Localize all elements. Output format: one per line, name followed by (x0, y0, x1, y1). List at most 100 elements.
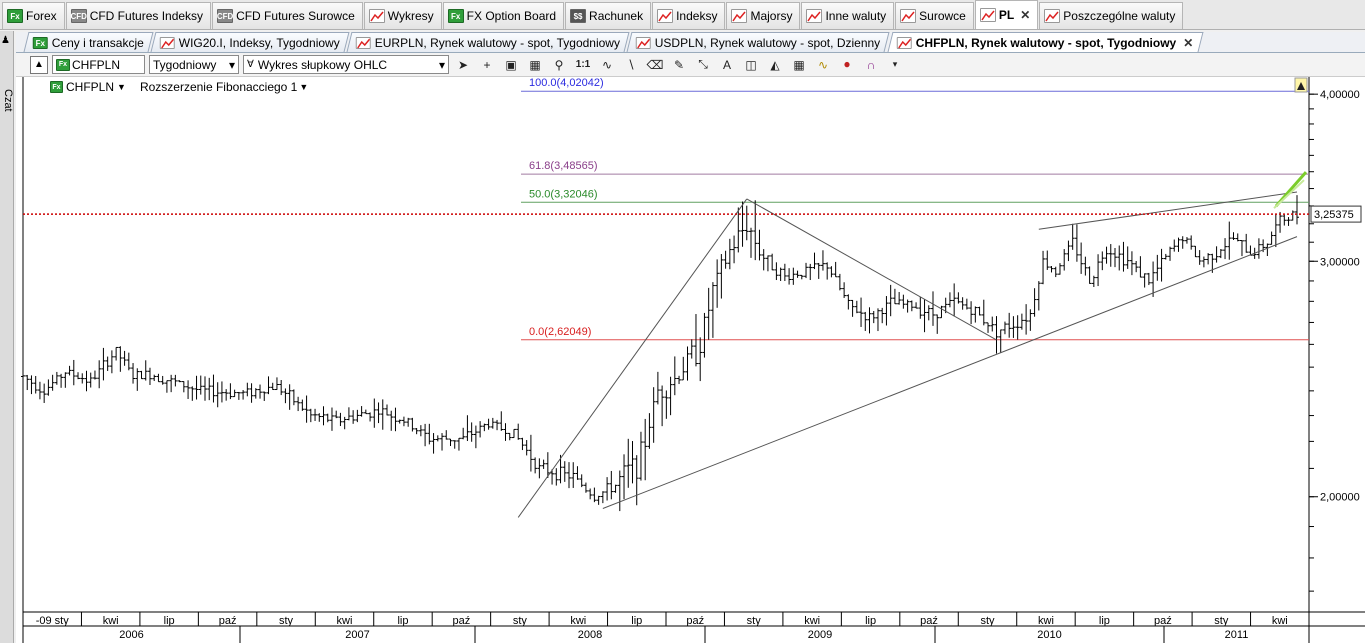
cursor-icon[interactable]: ➤ (453, 56, 473, 74)
chart-icon (657, 9, 674, 23)
text-tool-icon[interactable]: A (717, 56, 737, 74)
chart-tab-3[interactable]: USDPLN, Rynek walutowy - spot, Dzienny (626, 32, 891, 52)
chart-tab-label: WIG20.I, Indeksy, Tygodniowy (178, 35, 340, 50)
top-tab-8[interactable]: Inne waluty (801, 2, 895, 29)
chart-toolbar: ▲ Fx CHFPLN Tygodniowy ▾ ∀ Wykres słupko… (16, 53, 1365, 77)
close-icon[interactable]: ✕ (1183, 36, 1193, 50)
paint-icon[interactable]: ✎ (669, 56, 689, 74)
crosshair-icon[interactable]: + (477, 56, 497, 74)
symbol-field[interactable]: Fx CHFPLN (52, 55, 145, 74)
x-month-label: paź (920, 615, 938, 627)
x-month-label: paź (453, 615, 471, 627)
x-month-label: lip (397, 615, 408, 627)
template-icon[interactable]: ◫ (741, 56, 761, 74)
chart-icon (355, 36, 371, 49)
chart-type-value: Wykres słupkowy OHLC (257, 57, 388, 72)
x-month-label: lip (164, 615, 175, 627)
x-month-label: sty (279, 615, 294, 627)
study-selector[interactable]: Rozszerzenie Fibonacciego 1 ▼ (140, 80, 308, 94)
x-month-label: kwi (1038, 615, 1054, 627)
chart-icon (159, 36, 175, 49)
chart-tab-bar: Fx Ceny i transakcje WIG20.I, Indeksy, Tyg… (16, 32, 1365, 53)
fib-level-label: 61.8(3,48565) (529, 160, 598, 172)
wave-icon[interactable]: ∿ (597, 56, 617, 74)
left-sidebar-strip: ♟ Czat (0, 31, 14, 643)
chart-tab-1[interactable]: WIG20.I, Indeksy, Tygodniowy (150, 32, 350, 52)
more-tools-icon[interactable]: ▾ (885, 56, 905, 74)
top-tab-label: Indeksy (676, 9, 718, 23)
fx-icon: Fx (56, 58, 70, 71)
top-tab-label: PL (998, 8, 1015, 22)
x-year-label: 2008 (578, 629, 602, 641)
chat-label[interactable]: Czat (0, 89, 14, 112)
chevron-down-icon: ▾ (228, 57, 235, 72)
top-tab-label: Rachunek (589, 9, 644, 23)
top-tab-10[interactable]: PL ✕ (974, 0, 1039, 29)
sound-icon[interactable]: ⦁ (837, 56, 857, 74)
line-tool-icon[interactable]: ∖ (621, 56, 641, 74)
ohlc-chart[interactable]: 4,00000 3,00000 2,00000 100.0(4,02042) 61.8(… (16, 77, 1365, 643)
top-tab-2[interactable]: CFD CFD Futures Surowce (212, 2, 363, 29)
top-tab-1[interactable]: CFD CFD Futures Indeksy (65, 2, 212, 29)
top-tab-9[interactable]: Surowce (895, 2, 974, 29)
instrument-selector[interactable]: Fx CHFPLN ▼ (50, 80, 126, 94)
cfd-icon: CFD (217, 9, 233, 23)
chart-icon (731, 9, 748, 23)
chart-tab-4[interactable]: CHFPLN, Rynek walutowy - spot, Tygodniow… (887, 32, 1203, 52)
chart-icon (806, 9, 823, 23)
x-month-label: sty (1214, 615, 1229, 627)
arrows-icon[interactable]: ⤡ (693, 56, 713, 74)
chart-type-select[interactable]: ∀ Wykres słupkowy OHLC ▾ (243, 55, 449, 74)
instrument-label: CHFPLN (66, 80, 115, 94)
top-tab-label: Majorsy (750, 9, 793, 23)
x-month-label: kwi (804, 615, 820, 627)
collapse-arrow-icon[interactable]: ▲ (30, 55, 48, 74)
one-to-one-button[interactable]: 1:1 (573, 56, 593, 74)
grid-icon[interactable]: ▦ (525, 56, 545, 74)
x-month-label: kwi (1272, 615, 1288, 627)
chart-area[interactable]: 4,00000 3,00000 2,00000 100.0(4,02042) 61.8(… (16, 77, 1365, 643)
eraser-icon[interactable]: ⌫ (645, 56, 665, 74)
chart-icon (900, 9, 917, 23)
cfd-icon: CFD (70, 9, 87, 23)
top-tab-label: FX Option Board (466, 9, 557, 23)
top-tab-3[interactable]: Wykresy (363, 2, 442, 29)
x-month-label: paź (1154, 615, 1172, 627)
x-year-label: 2010 (1037, 629, 1061, 641)
x-month-label: kwi (103, 615, 119, 627)
indicator-icon[interactable]: ▦ (789, 56, 809, 74)
x-year-label: 2007 (345, 629, 369, 641)
x-year-label: 2006 (119, 629, 143, 641)
y-tick-label: 3,00000 (1320, 256, 1360, 268)
ohlc-icon: ∀ (247, 59, 254, 70)
top-tab-6[interactable]: Indeksy (652, 2, 726, 29)
chart-icon (1044, 9, 1061, 23)
chart-tab-2[interactable]: EURPLN, Rynek walutowy - spot, Tygodniow… (346, 32, 630, 52)
top-tab-4[interactable]: Fx FX Option Board (442, 2, 565, 29)
trend-line-support (602, 236, 1298, 509)
zoom-icon[interactable]: ⚲ (549, 56, 569, 74)
x-month-label: paź (219, 615, 237, 627)
chart-tab-0[interactable]: Fx Ceny i transakcje (23, 32, 154, 52)
fx-icon: Fx (32, 36, 48, 49)
study-icon[interactable]: ∿ (813, 56, 833, 74)
data-box-icon[interactable]: ▣ (501, 56, 521, 74)
chart-icon (896, 36, 912, 49)
person-icon[interactable]: ♟ (1, 35, 13, 49)
top-tab-11[interactable]: Poszczególne waluty (1039, 2, 1184, 29)
symbol-value: CHFPLN (72, 57, 121, 72)
magnet-icon[interactable]: ∩ (861, 56, 881, 74)
top-tab-label: CFD Futures Surowce (236, 9, 355, 23)
chart-header: Fx CHFPLN ▼ Rozszerzenie Fibonacciego 1 … (50, 80, 308, 94)
period-select[interactable]: Tygodniowy ▾ (149, 55, 239, 74)
close-icon[interactable]: ✕ (1020, 8, 1030, 22)
chevron-down-icon: ▾ (438, 57, 445, 72)
fx-icon: Fx (447, 9, 464, 23)
compare-icon[interactable]: ◭ (765, 56, 785, 74)
projection-arrow-shadow (1273, 179, 1305, 209)
top-tab-5[interactable]: $$ Rachunek (565, 2, 652, 29)
top-tab-label: Wykresy (387, 9, 434, 23)
top-tab-0[interactable]: Fx Forex (2, 2, 65, 29)
x-month-label: sty (747, 615, 762, 627)
top-tab-7[interactable]: Majorsy (726, 2, 801, 29)
